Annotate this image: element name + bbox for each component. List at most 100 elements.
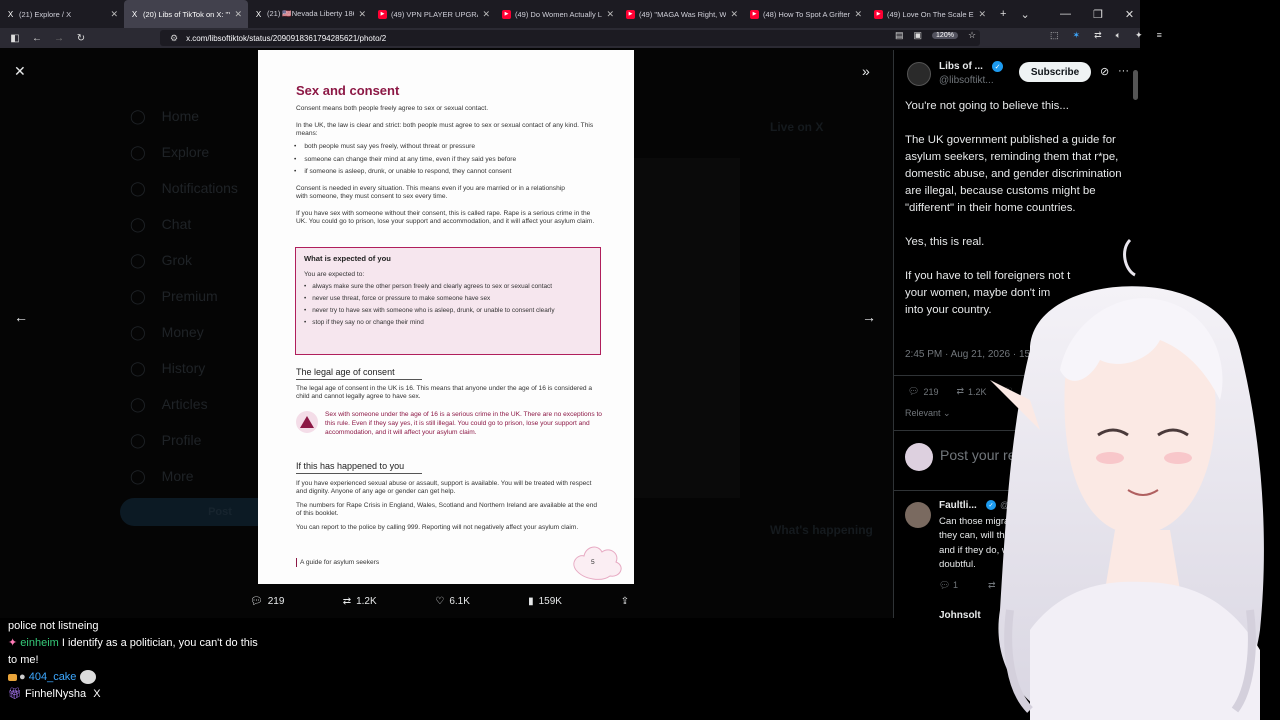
comment-reply-button[interactable]: 💬︎ 1 xyxy=(939,580,958,591)
close-tab-icon[interactable]: ✕ xyxy=(234,9,242,20)
x-favicon-icon: X xyxy=(7,9,14,19)
window-controls: — ❐ ✕ xyxy=(1060,0,1140,28)
nav-icon: ◯ xyxy=(130,143,146,160)
tab-list-chevron-icon[interactable]: ⌄ xyxy=(1020,8,1029,21)
screenshot-icon[interactable]: ▣ xyxy=(914,30,923,41)
nav-icon: ◯ xyxy=(130,359,146,376)
site-info-icon[interactable]: ⚙ xyxy=(170,33,178,44)
address-bar[interactable]: ⚙ x.com/libsoftiktok/status/209091836179… xyxy=(160,30,980,46)
heart-icon: ♡ xyxy=(435,595,445,607)
nav-icon: ◯ xyxy=(130,287,146,304)
reply-icon: 💬︎ xyxy=(908,386,920,396)
youtube-favicon-icon: ▶ xyxy=(502,9,511,19)
close-tab-icon[interactable]: ✕ xyxy=(358,9,366,20)
doc-paragraph: If you have sex with someone without the… xyxy=(296,210,595,226)
sidebar-toggle-icon[interactable]: ◧ xyxy=(4,33,26,44)
background-panel xyxy=(630,158,740,498)
like-stat[interactable]: ♡ 6.1K xyxy=(435,596,528,607)
views-stat[interactable]: ▮ 159K xyxy=(528,596,621,607)
browser-tab[interactable]: ▶ (48) How To Spot A Grifter (✕ xyxy=(744,0,868,28)
close-tab-icon[interactable]: ✕ xyxy=(110,9,118,20)
youtube-favicon-icon: ▶ xyxy=(750,9,759,19)
address-actions: ▤ ▣ 120% ☆ xyxy=(895,30,976,41)
next-media-icon[interactable]: → xyxy=(862,309,876,325)
background-nav-label: Premium xyxy=(161,288,218,304)
close-tab-icon[interactable]: ✕ xyxy=(606,9,614,20)
browser-tab[interactable]: X (20) Libs of TikTok on X: "Yo ✕ xyxy=(124,0,248,28)
close-tab-icon[interactable]: ✕ xyxy=(854,9,862,20)
new-tab-icon[interactable]: + xyxy=(1000,8,1006,21)
close-tab-icon[interactable]: ✕ xyxy=(978,9,986,20)
extensions-puzzle-icon[interactable]: ✦ xyxy=(1135,30,1143,41)
extensions-bar: ⬚ ✶ ⇄ 🔈︎ ✦ ≡ xyxy=(1050,30,1162,41)
extension-3-icon[interactable]: ⇄ xyxy=(1094,30,1102,41)
chat-username: 404_cake xyxy=(28,671,77,683)
reader-view-icon[interactable]: ▤ xyxy=(895,30,904,41)
browser-tab[interactable]: ▶ (49) "MAGA Was Right, We ✕ xyxy=(620,0,744,28)
browser-nav-bar: ◧ ← → ↻ ⚙ x.com/libsoftiktok/status/2090… xyxy=(0,28,1162,48)
extension-icon[interactable]: ⬚ xyxy=(1050,30,1059,41)
background-nav-item: ◯ Grok xyxy=(130,242,238,278)
browser-tab[interactable]: ▶ (49) Do Women Actually Lik ✕ xyxy=(496,0,620,28)
grok-icon[interactable]: ⊘ xyxy=(1100,65,1109,78)
share-stat[interactable]: ⇪ xyxy=(621,596,650,607)
background-nav-label: Home xyxy=(161,108,200,124)
share-icon: ⇪ xyxy=(620,595,630,607)
collapse-panel-icon[interactable]: » xyxy=(862,63,870,79)
verified-badge-icon: ✓ xyxy=(992,61,1003,72)
zoom-level[interactable]: 120% xyxy=(932,32,958,39)
extension-2-icon[interactable]: ✶ xyxy=(1073,30,1081,41)
comment-avatar[interactable] xyxy=(905,502,931,528)
repost-stat[interactable]: ⇄ 1.2K xyxy=(343,596,436,607)
chevron-down-icon: ⌄ xyxy=(940,408,951,418)
footer-rule xyxy=(296,558,297,567)
maximize-icon[interactable]: ❐ xyxy=(1093,8,1103,21)
forward-icon[interactable]: → xyxy=(48,33,70,44)
doc-paragraph: The numbers for Rape Crisis in England, … xyxy=(296,502,598,518)
subscribe-button[interactable]: Subscribe xyxy=(1019,62,1091,82)
previous-media-icon[interactable]: ← xyxy=(14,309,28,325)
scrollbar[interactable] xyxy=(1133,70,1138,100)
more-options-icon[interactable]: ··· xyxy=(1118,65,1129,77)
back-icon[interactable]: ← xyxy=(26,33,48,44)
browser-tab[interactable]: X (21) Explore / X ✕ xyxy=(0,0,124,28)
browser-tab[interactable]: ▶ (49) VPN PLAYER UPGRADE ✕ xyxy=(372,0,496,28)
close-media-icon[interactable]: ✕ xyxy=(14,63,26,80)
sort-dropdown[interactable]: Relevant ⌄ xyxy=(905,408,951,419)
list-item: someone can change their mind at any tim… xyxy=(304,154,606,167)
reply-button[interactable]: 💬︎ 219 xyxy=(908,386,938,397)
expected-box-title: What is expected of you xyxy=(304,254,391,263)
minimize-icon[interactable]: — xyxy=(1060,8,1071,20)
sort-label: Relevant xyxy=(905,408,941,418)
reload-icon[interactable]: ↻ xyxy=(70,33,92,44)
tab-title: (49) "MAGA Was Right, We xyxy=(639,9,727,19)
youtube-favicon-icon: ▶ xyxy=(874,9,883,19)
media-image-document[interactable]: Sex and consent Consent means both peopl… xyxy=(258,50,634,584)
tab-tools: + ⌄ xyxy=(1000,8,1030,21)
youtube-favicon-icon: ▶ xyxy=(626,9,635,19)
list-item: always make sure the other person freely… xyxy=(312,283,579,291)
browser-tab-bar: X (21) Explore / X ✕ X (20) Libs of TikTok o… xyxy=(0,0,1140,28)
author-handle[interactable]: @libsoftikt... xyxy=(939,75,994,86)
user-avatar xyxy=(905,443,933,471)
nav-icon: ◯ xyxy=(130,107,146,124)
close-window-icon[interactable]: ✕ xyxy=(1125,8,1134,21)
author-avatar[interactable] xyxy=(907,62,931,86)
tab-title: (49) Love On The Scale Episo xyxy=(887,9,974,19)
background-nav-label: More xyxy=(161,468,194,484)
chat-username: einheim xyxy=(20,637,59,649)
doc-heading-happened: If this has happened to you xyxy=(296,461,422,474)
reply-stat[interactable]: 💬︎ 219 xyxy=(250,596,343,607)
sparkle-icon: ✦ xyxy=(8,637,18,649)
browser-tab[interactable]: X (21) 🇺🇸Nevada Liberty 1864🇺 ✕ xyxy=(248,0,372,28)
close-tab-icon[interactable]: ✕ xyxy=(730,9,738,20)
author-name[interactable]: Libs of ... xyxy=(939,61,983,72)
bookmark-star-icon[interactable]: ☆ xyxy=(968,30,976,41)
close-tab-icon[interactable]: ✕ xyxy=(482,9,490,20)
chat-message: ● 404_cake xyxy=(8,669,258,686)
gift-icon: 🎁︎ xyxy=(8,688,22,700)
browser-tab[interactable]: ▶ (49) Love On The Scale Episo ✕ xyxy=(868,0,992,28)
app-menu-icon[interactable]: ≡ xyxy=(1157,30,1162,41)
audio-icon[interactable]: 🔈︎ xyxy=(1116,30,1121,41)
background-nav-label: Grok xyxy=(161,252,193,268)
